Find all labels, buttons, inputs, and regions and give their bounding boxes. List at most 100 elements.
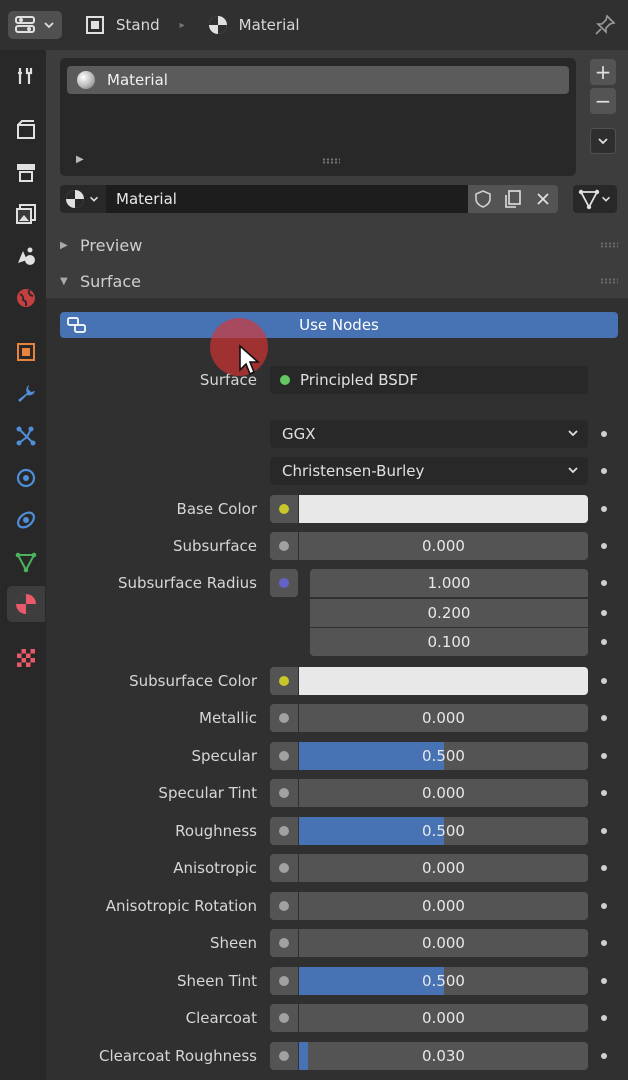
resize-grip-icon[interactable] [322, 158, 340, 164]
subsurface-color-socket-button[interactable] [270, 667, 298, 695]
sheen-tint-socket-button[interactable] [270, 967, 298, 995]
expand-arrow-icon[interactable]: ▶ [76, 154, 84, 165]
material-slot-item[interactable]: Material [67, 66, 569, 94]
tab-texture[interactable] [7, 640, 45, 676]
mesh-data-icon [15, 552, 37, 573]
fake-user-button[interactable] [468, 185, 498, 213]
panel-grip-icon[interactable] [600, 278, 618, 284]
sheen-slider[interactable]: 0.000 [299, 929, 588, 957]
world-icon [17, 289, 35, 307]
socket-dot-icon [279, 826, 289, 836]
unlink-material-button[interactable] [528, 185, 558, 213]
tab-object-data[interactable] [7, 544, 45, 580]
keyframe-dot[interactable] [601, 468, 607, 474]
surface-panel-header[interactable]: ▼ Surface [46, 264, 628, 298]
tab-physics[interactable] [7, 460, 45, 496]
specular-value: 0.500 [422, 747, 465, 765]
anisotropic-rotation-keyframe-dot[interactable] [601, 903, 607, 909]
clearcoat-roughness-slider[interactable]: 0.030 [299, 1042, 588, 1070]
specular-keyframe-dot[interactable] [601, 753, 607, 759]
subsurface-radius-component-field[interactable]: 1.000 [310, 569, 588, 597]
tab-modifiers[interactable] [7, 376, 45, 412]
tab-world[interactable] [7, 280, 45, 316]
checker-texture-icon [17, 649, 35, 667]
specular-tint-slider[interactable]: 0.000 [299, 779, 588, 807]
browse-material-button[interactable] [60, 185, 106, 213]
specular-slider[interactable]: 0.500 [299, 742, 588, 770]
material-name-field[interactable]: Material [106, 185, 528, 213]
tab-view-layer[interactable] [7, 196, 45, 232]
pin-button[interactable] [594, 14, 616, 40]
distribution-dropdown[interactable]: GGX [270, 420, 588, 448]
tab-particles[interactable] [7, 418, 45, 454]
specular-tint-keyframe-dot[interactable] [601, 790, 607, 796]
chevron-down-icon [602, 196, 610, 202]
editor-type-button[interactable] [8, 11, 62, 39]
clearcoat-roughness-socket-button[interactable] [270, 1042, 298, 1070]
preview-panel-header[interactable]: ▶ Preview [46, 228, 628, 262]
anisotropic-rotation-socket-button[interactable] [270, 892, 298, 920]
material-slot-list[interactable]: Material ▶ [60, 58, 576, 176]
roughness-socket-button[interactable] [270, 817, 298, 845]
base-color-keyframe-dot[interactable] [601, 506, 607, 512]
subsurface-radius-keyframe-dot[interactable] [601, 609, 607, 616]
subsurface-socket-button[interactable] [270, 532, 298, 560]
subsurface-radius-component-field[interactable]: 0.200 [310, 598, 588, 627]
link-type-dropdown[interactable] [573, 185, 617, 213]
anisotropic-slider[interactable]: 0.000 [299, 854, 588, 882]
socket-dot-icon [279, 541, 289, 551]
subsurface-radius-keyframe-dot[interactable] [601, 639, 607, 645]
link-data-icon [578, 189, 600, 210]
expanded-triangle-icon: ▼ [60, 275, 68, 287]
specular-socket-button[interactable] [270, 742, 298, 770]
keyframe-dot[interactable] [601, 431, 607, 437]
tab-scene[interactable] [7, 238, 45, 274]
tab-tool[interactable] [7, 58, 45, 94]
subsurface-color-keyframe-dot[interactable] [601, 678, 607, 684]
subsurface-color-color-swatch[interactable] [299, 667, 588, 695]
mouse-cursor-icon [239, 344, 260, 376]
sheen-tint-keyframe-dot[interactable] [601, 978, 607, 984]
remove-slot-button[interactable]: − [590, 88, 616, 114]
panel-grip-icon[interactable] [600, 242, 618, 248]
roughness-keyframe-dot[interactable] [601, 828, 607, 834]
anisotropic-socket-button[interactable] [270, 854, 298, 882]
subsurface-slider[interactable]: 0.000 [299, 532, 588, 560]
tab-constraints[interactable] [7, 502, 45, 538]
tab-material[interactable] [7, 586, 45, 622]
clearcoat-keyframe-dot[interactable] [601, 1015, 607, 1021]
use-nodes-button[interactable]: Use Nodes [60, 312, 618, 338]
clearcoat-value: 0.000 [422, 1009, 465, 1027]
subsurface-radius-vector-field: 1.000 0.200 0.100 [310, 569, 588, 657]
metallic-socket-button[interactable] [270, 704, 298, 732]
tool-icon [18, 68, 33, 84]
sheen-socket-button[interactable] [270, 929, 298, 957]
specular-tint-socket-button[interactable] [270, 779, 298, 807]
metallic-value: 0.000 [422, 709, 465, 727]
clearcoat-slider[interactable]: 0.000 [299, 1004, 588, 1032]
metallic-slider[interactable]: 0.000 [299, 704, 588, 732]
add-slot-button[interactable]: + [590, 59, 616, 85]
slot-specials-button[interactable] [590, 128, 616, 154]
anisotropic-keyframe-dot[interactable] [601, 865, 607, 871]
subsurface-radius-component-field[interactable]: 0.100 [310, 628, 588, 656]
roughness-slider[interactable]: 0.500 [299, 817, 588, 845]
surface-shader-field[interactable]: Principled BSDF [270, 366, 588, 394]
breadcrumb-separator-icon: ▸ [179, 19, 185, 31]
subsurface-method-dropdown[interactable]: Christensen-Burley [270, 457, 588, 485]
base-color-socket-button[interactable] [270, 495, 298, 523]
base-color-color-swatch[interactable] [299, 495, 588, 523]
subsurface-radius-socket-button[interactable] [270, 569, 298, 597]
sheen-tint-slider[interactable]: 0.500 [299, 967, 588, 995]
clearcoat-roughness-keyframe-dot[interactable] [601, 1053, 607, 1059]
anisotropic-rotation-slider[interactable]: 0.000 [299, 892, 588, 920]
tab-object[interactable] [7, 334, 45, 370]
tab-output[interactable] [7, 154, 45, 190]
duplicate-material-button[interactable] [498, 185, 528, 213]
subsurface-radius-keyframe-dot[interactable] [601, 580, 607, 586]
metallic-keyframe-dot[interactable] [601, 715, 607, 721]
clearcoat-socket-button[interactable] [270, 1004, 298, 1032]
sheen-keyframe-dot[interactable] [601, 940, 607, 946]
subsurface-keyframe-dot[interactable] [601, 543, 607, 549]
tab-render[interactable] [7, 112, 45, 148]
